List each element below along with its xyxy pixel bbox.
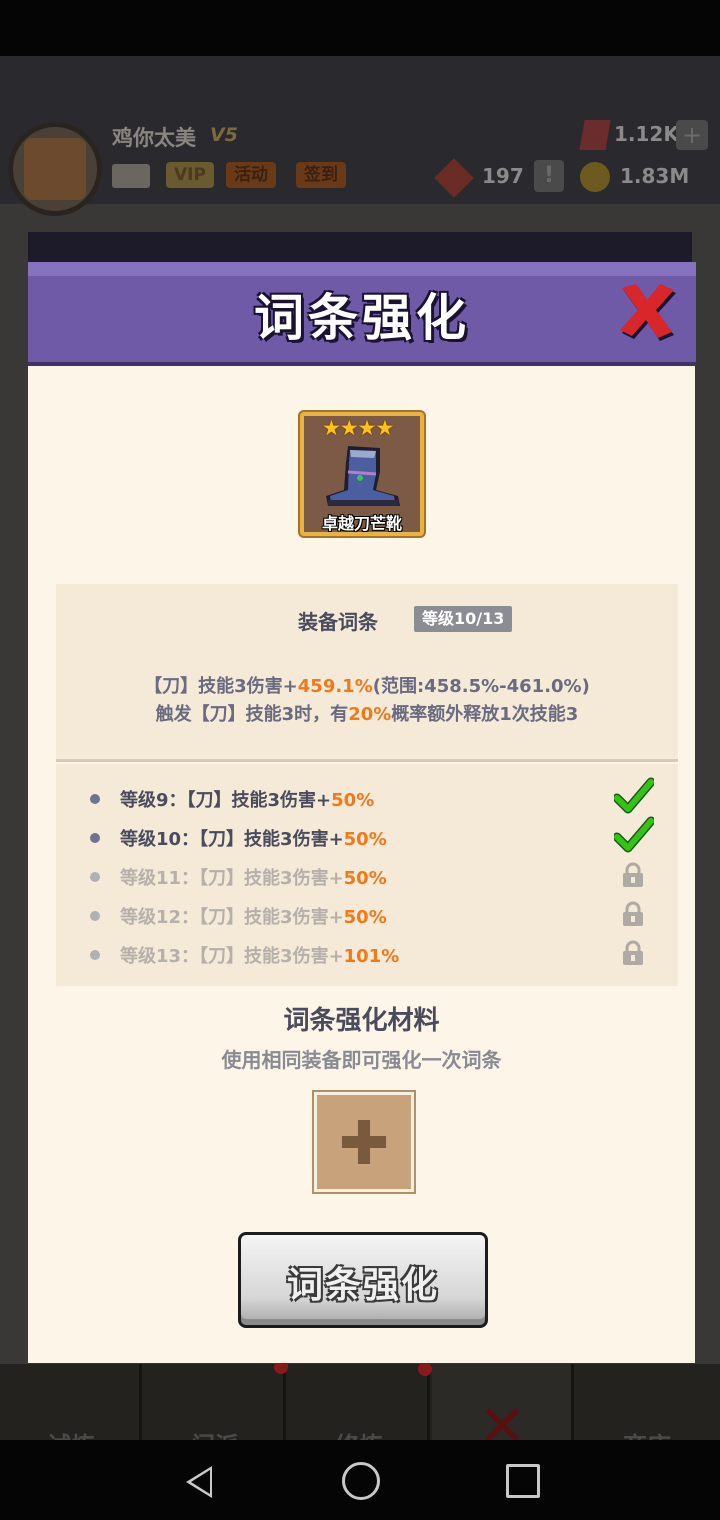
- level-row-13: 等级13：【刀】技能3伤害+101%: [90, 940, 650, 970]
- bullet-icon: [90, 872, 100, 882]
- affix-title: 装备词条: [298, 610, 378, 634]
- bullet-icon: [90, 950, 100, 960]
- level-row-11: 等级11：【刀】技能3伤害+50%: [90, 862, 650, 892]
- add-gems-button[interactable]: +: [676, 120, 708, 150]
- level-row-12: 等级12：【刀】技能3伤害+50%: [90, 901, 650, 931]
- affix-line-2: 触发【刀】技能3时，有20%概率额外释放1次技能3: [155, 704, 579, 725]
- modal-header-highlight: [28, 262, 696, 276]
- modal-title: 词条强化: [254, 289, 470, 347]
- star-rating: ★★★★: [322, 416, 394, 440]
- gem-icon: [579, 120, 611, 150]
- bullet-icon: [90, 794, 100, 804]
- alert-icon[interactable]: !: [534, 160, 564, 192]
- item-name: 卓越刀芒靴: [321, 514, 402, 533]
- level-text: 等级9：【刀】技能3伤害+50%: [120, 790, 375, 811]
- bullet-icon: [90, 911, 100, 921]
- level-badge: 等级10/13: [414, 606, 513, 632]
- back-icon-inner: [191, 1470, 210, 1494]
- vip-button[interactable]: VIP: [166, 162, 214, 188]
- notification-dot: [418, 1362, 432, 1376]
- mail-icon[interactable]: [112, 164, 150, 188]
- material-subtitle: 使用相同装备即可强化一次词条: [221, 1048, 502, 1072]
- affix-line-1: 【刀】技能3伤害+459.1%(范围:458.5%-461.0%): [144, 676, 590, 697]
- level-text: 等级13：【刀】技能3伤害+101%: [120, 946, 400, 967]
- level-text: 等级10：【刀】技能3伤害+50%: [120, 829, 387, 850]
- coin-icon: [580, 162, 610, 192]
- close-icon[interactable]: [616, 280, 678, 342]
- check-icon: [614, 777, 654, 814]
- level-text: 等级11：【刀】技能3伤害+50%: [120, 868, 387, 889]
- player-name: 鸡你太美: [112, 126, 196, 150]
- chest-icon: [24, 138, 86, 200]
- gem-count: 1.12K: [614, 122, 679, 146]
- status-bar: [0, 0, 720, 56]
- enhance-button-label: 词条强化: [286, 1265, 439, 1306]
- level-text: 等级12：【刀】技能3伤害+50%: [120, 907, 387, 928]
- signin-button[interactable]: 签到: [296, 162, 346, 188]
- boot-icon: [326, 446, 400, 506]
- lock-icon: [623, 862, 643, 887]
- activity-button[interactable]: 活动: [226, 162, 276, 188]
- plus-icon-vertical: [358, 1120, 370, 1164]
- material-title: 词条强化材料: [283, 1006, 440, 1036]
- level-row-10: 等级10：【刀】技能3伤害+50%: [90, 816, 654, 853]
- vip-level: V5: [210, 124, 238, 146]
- recent-apps-icon[interactable]: [506, 1464, 540, 1498]
- home-icon[interactable]: [342, 1462, 380, 1500]
- token-count: 197: [482, 164, 524, 188]
- coin-count: 1.83M: [620, 164, 690, 188]
- bullet-icon: [90, 833, 100, 843]
- divider: [56, 759, 678, 762]
- lock-icon: [623, 901, 643, 926]
- check-icon: [614, 816, 654, 853]
- lock-icon: [623, 940, 643, 965]
- player-header: [0, 56, 720, 204]
- level-row-9: 等级9：【刀】技能3伤害+50%: [90, 777, 654, 814]
